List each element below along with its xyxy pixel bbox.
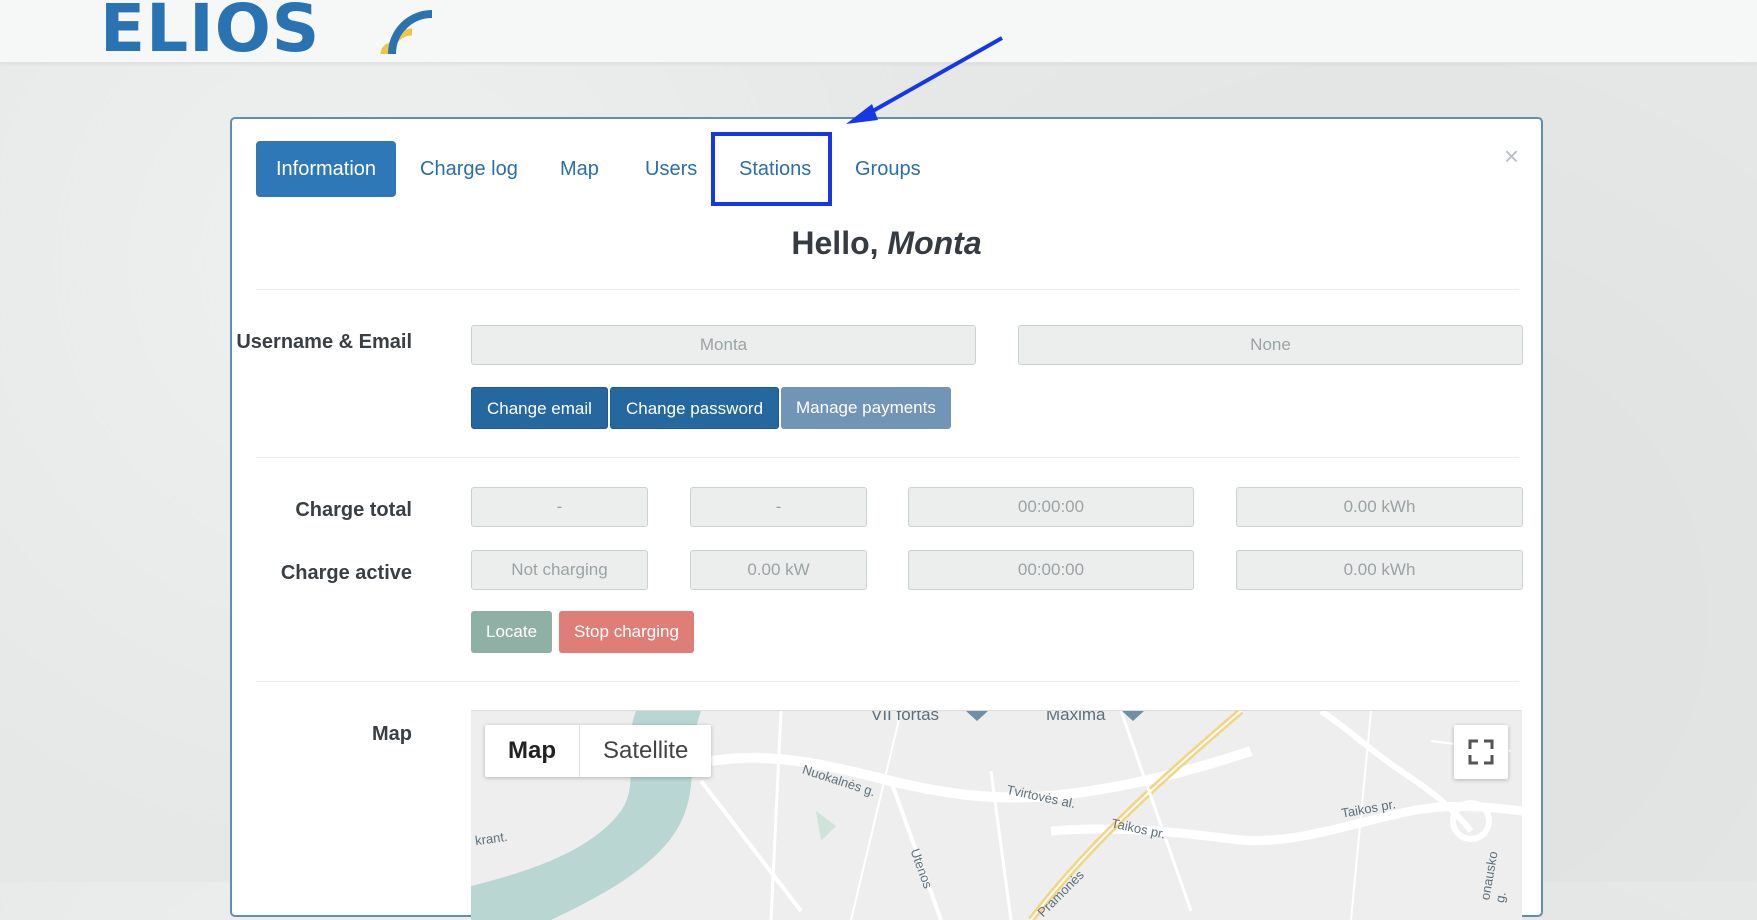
change-password-button[interactable]: Change password [610,387,780,429]
top-header-bar: ELIOS [0,0,1757,64]
close-icon[interactable]: × [1504,143,1519,169]
email-field[interactable]: None [1018,325,1523,365]
page-title: Hello, Monta [232,225,1541,262]
tab-groups[interactable]: Groups [855,141,921,197]
charge-active-status: Not charging [471,550,648,590]
map-section-label: Map [372,723,412,745]
fullscreen-icon [1468,739,1494,765]
charge-total-duration: 00:00:00 [908,487,1194,527]
tab-information[interactable]: Information [256,141,397,197]
manage-payments-button[interactable]: Manage payments [781,387,951,429]
charge-active-duration: 00:00:00 [908,550,1194,590]
charge-total-energy: 0.00 kWh [1236,487,1523,527]
map-type-map-button[interactable]: Map [485,725,579,777]
elios-logo[interactable]: ELIOS [100,0,320,64]
locate-button[interactable]: Locate [471,611,553,653]
tab-users[interactable]: Users [645,141,697,197]
charge-total-label: Charge total [295,499,412,521]
greeting-username: Monta [887,225,982,261]
logo-signal-arcs-icon [380,10,433,55]
charge-active-power: 0.00 kW [690,550,867,590]
map-type-toggle: Map Satellite [485,725,712,777]
charge-active-energy: 0.00 kWh [1236,550,1523,590]
stop-charging-button[interactable]: Stop charging [559,611,694,653]
greeting-prefix: Hello, [791,225,888,261]
logo-text: ELIOS [100,0,321,67]
username-email-label: Username & Email [236,331,412,353]
account-modal: × Information Charge log Map Users Stati… [230,117,1543,920]
tab-map[interactable]: Map [560,141,599,197]
map-place-vii-fortas: VII fortas [871,710,940,724]
map-type-satellite-button[interactable]: Satellite [579,725,711,777]
charge-active-label: Charge active [280,562,412,584]
change-email-button[interactable]: Change email [471,387,608,429]
username-field[interactable]: Monta [471,325,976,365]
map-view[interactable]: VII fortas Maxima Nuokalnės g. Tvirtovės… [471,710,1522,920]
map-place-maxima: Maxima [1046,710,1106,724]
divider [256,457,1519,458]
fullscreen-button[interactable] [1454,725,1508,779]
tab-charge-log[interactable]: Charge log [420,141,518,197]
divider [256,289,1519,290]
charge-total-field-1: - [471,487,648,527]
charge-total-field-2: - [690,487,867,527]
tab-stations[interactable]: Stations [739,141,811,197]
divider [256,681,1519,682]
